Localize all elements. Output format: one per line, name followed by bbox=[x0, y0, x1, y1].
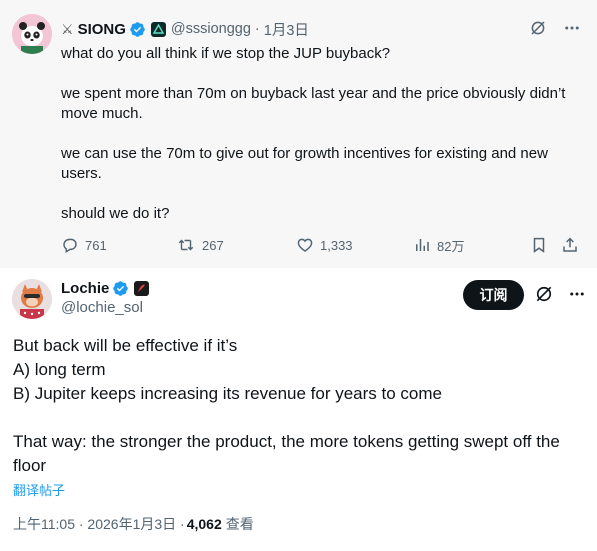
share-icon bbox=[563, 237, 577, 252]
repost-count: 267 bbox=[202, 237, 224, 253]
reply-icon bbox=[63, 238, 77, 254]
views-button[interactable]: 82万 bbox=[413, 234, 464, 256]
like-button[interactable]: 1,333 bbox=[296, 234, 353, 256]
analytics-icon bbox=[416, 239, 429, 251]
like-count: 1,333 bbox=[320, 237, 353, 253]
parent-text-line: what do you all think if we stop the JUP… bbox=[61, 45, 391, 62]
main-text-blank-line bbox=[13, 406, 583, 430]
bookmark-button[interactable] bbox=[530, 234, 548, 256]
bookmark-icon bbox=[533, 237, 545, 253]
main-text-line: But back will be effective if it’s bbox=[13, 336, 238, 355]
reply-button[interactable]: 761 bbox=[61, 234, 107, 256]
crossed-swords-icon: ⚔ bbox=[61, 20, 74, 37]
main-text-line: A) long term bbox=[13, 360, 106, 379]
main-tweet-controls bbox=[534, 284, 586, 304]
more-options-icon[interactable] bbox=[563, 19, 581, 37]
lochie-display-name[interactable]: Lochie bbox=[61, 278, 150, 298]
separator-dot: · bbox=[254, 21, 260, 37]
parent-text-line: we spent more than 70m on buyback last y… bbox=[61, 85, 566, 122]
lochie-handle[interactable]: @lochie_sol bbox=[61, 299, 143, 316]
parent-tweet-actions: 761 267 1,333 82万 bbox=[61, 234, 581, 256]
grok-icon[interactable] bbox=[534, 284, 554, 304]
heart-icon bbox=[297, 238, 313, 252]
more-options-icon[interactable] bbox=[568, 285, 586, 303]
verified-badge-icon bbox=[130, 21, 145, 37]
reply-count: 761 bbox=[85, 237, 107, 253]
siong-avatar[interactable] bbox=[12, 14, 52, 54]
parent-tweet-time[interactable]: 1月3日 bbox=[264, 19, 309, 40]
repost-icon bbox=[178, 239, 194, 251]
parent-text-line: should we do it? bbox=[61, 205, 170, 222]
parent-tweet-controls bbox=[529, 19, 581, 37]
main-text-line: B) Jupiter keeps increasing its revenue … bbox=[13, 384, 442, 403]
repost-button[interactable]: 267 bbox=[176, 234, 224, 256]
lochie-avatar[interactable] bbox=[12, 279, 52, 319]
parent-tweet-text: what do you all think if we stop the JUP… bbox=[61, 44, 571, 224]
tweet-meta: 上午11:05 · 2026年1月3日 · 4,062 查看 bbox=[13, 514, 254, 534]
subscribe-button[interactable]: 订阅 bbox=[463, 280, 524, 310]
tweet-timestamp[interactable]: 上午11:05 · 2026年1月3日 · bbox=[13, 514, 185, 534]
translate-post-link[interactable]: 翻译帖子 bbox=[13, 480, 65, 499]
siong-display-name[interactable]: ⚔ SIONG bbox=[61, 21, 166, 38]
share-button[interactable] bbox=[561, 234, 579, 256]
affiliate-badge-icon bbox=[150, 21, 166, 37]
view-count: 82万 bbox=[437, 238, 465, 254]
parent-text-line: we can use the 70m to give out for growt… bbox=[61, 145, 548, 182]
parent-tweet-header: ⚔ SIONG @sssionggg · 1月3日 bbox=[61, 19, 309, 39]
grok-icon[interactable] bbox=[529, 19, 547, 37]
tweet-view-count: 4,062 bbox=[186, 516, 222, 532]
parent-tweet[interactable]: ⚔ SIONG @sssionggg · 1月3日 what do you al… bbox=[0, 0, 597, 268]
siong-handle[interactable]: @sssionggg bbox=[171, 21, 251, 37]
main-tweet-text: But back will be effective if it’s A) lo… bbox=[13, 334, 583, 478]
verified-badge-icon bbox=[113, 280, 129, 296]
main-text-line: That way: the stronger the product, the … bbox=[13, 432, 560, 475]
affiliate-badge-icon bbox=[134, 280, 150, 296]
tweet-view-label: 查看 bbox=[225, 516, 254, 532]
